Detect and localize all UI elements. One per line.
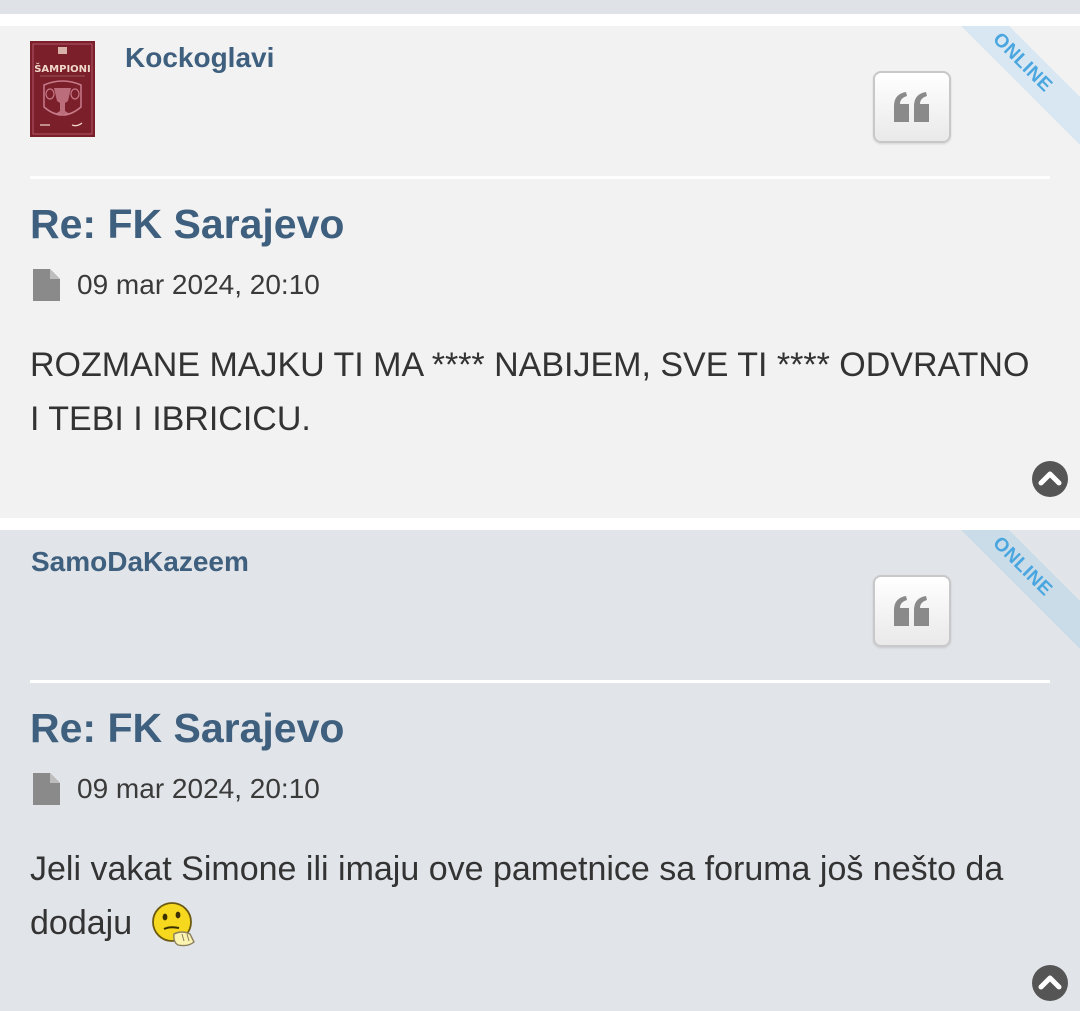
quote-icon	[894, 92, 929, 122]
thinking-smiley-icon	[151, 902, 195, 947]
post-text: ROZMANE MAJKU TI MA **** NABIJEM, SVE TI…	[30, 346, 1030, 438]
file-icon[interactable]	[33, 773, 60, 805]
quote-icon	[894, 596, 929, 626]
chevron-up-circle-icon	[1032, 461, 1068, 497]
back-to-top-button[interactable]	[1032, 965, 1068, 1001]
post-timestamp: 09 mar 2024, 20:10	[77, 773, 320, 804]
back-to-top-button[interactable]	[1032, 461, 1068, 497]
post-divider	[30, 176, 1050, 179]
post-content: Jeli vakat Simone ili imaju ove pametnic…	[30, 842, 1040, 950]
online-badge: ONLINE	[932, 26, 1080, 153]
avatar-image: ŠAMPIONI	[30, 41, 95, 137]
forum-post: ONLINE ŠAMPIONI Kockoglavi Re: FK Saraje…	[0, 26, 1080, 518]
online-label: ONLINE	[988, 532, 1057, 601]
online-label: ONLINE	[988, 28, 1057, 97]
previous-post-edge	[0, 0, 1080, 14]
post-divider	[30, 680, 1050, 683]
post-title[interactable]: Re: FK Sarajevo	[30, 705, 344, 752]
post-meta: 09 mar 2024, 20:10	[33, 773, 320, 805]
quote-button[interactable]	[873, 71, 951, 143]
online-badge: ONLINE	[932, 530, 1080, 657]
post-author[interactable]: Kockoglavi	[125, 42, 274, 74]
svg-text:ŠAMPIONI: ŠAMPIONI	[34, 62, 91, 75]
quote-button[interactable]	[873, 575, 951, 647]
avatar[interactable]: ŠAMPIONI	[30, 41, 95, 137]
post-author[interactable]: SamoDaKazeem	[31, 546, 249, 578]
post-content: ROZMANE MAJKU TI MA **** NABIJEM, SVE TI…	[30, 338, 1040, 446]
file-icon[interactable]	[33, 269, 60, 301]
forum-post: ONLINE SamoDaKazeem Re: FK Sarajevo 09 m…	[0, 530, 1080, 1011]
post-timestamp: 09 mar 2024, 20:10	[77, 269, 320, 300]
post-title[interactable]: Re: FK Sarajevo	[30, 201, 344, 248]
post-meta: 09 mar 2024, 20:10	[33, 269, 320, 301]
chevron-up-circle-icon	[1032, 965, 1068, 1001]
